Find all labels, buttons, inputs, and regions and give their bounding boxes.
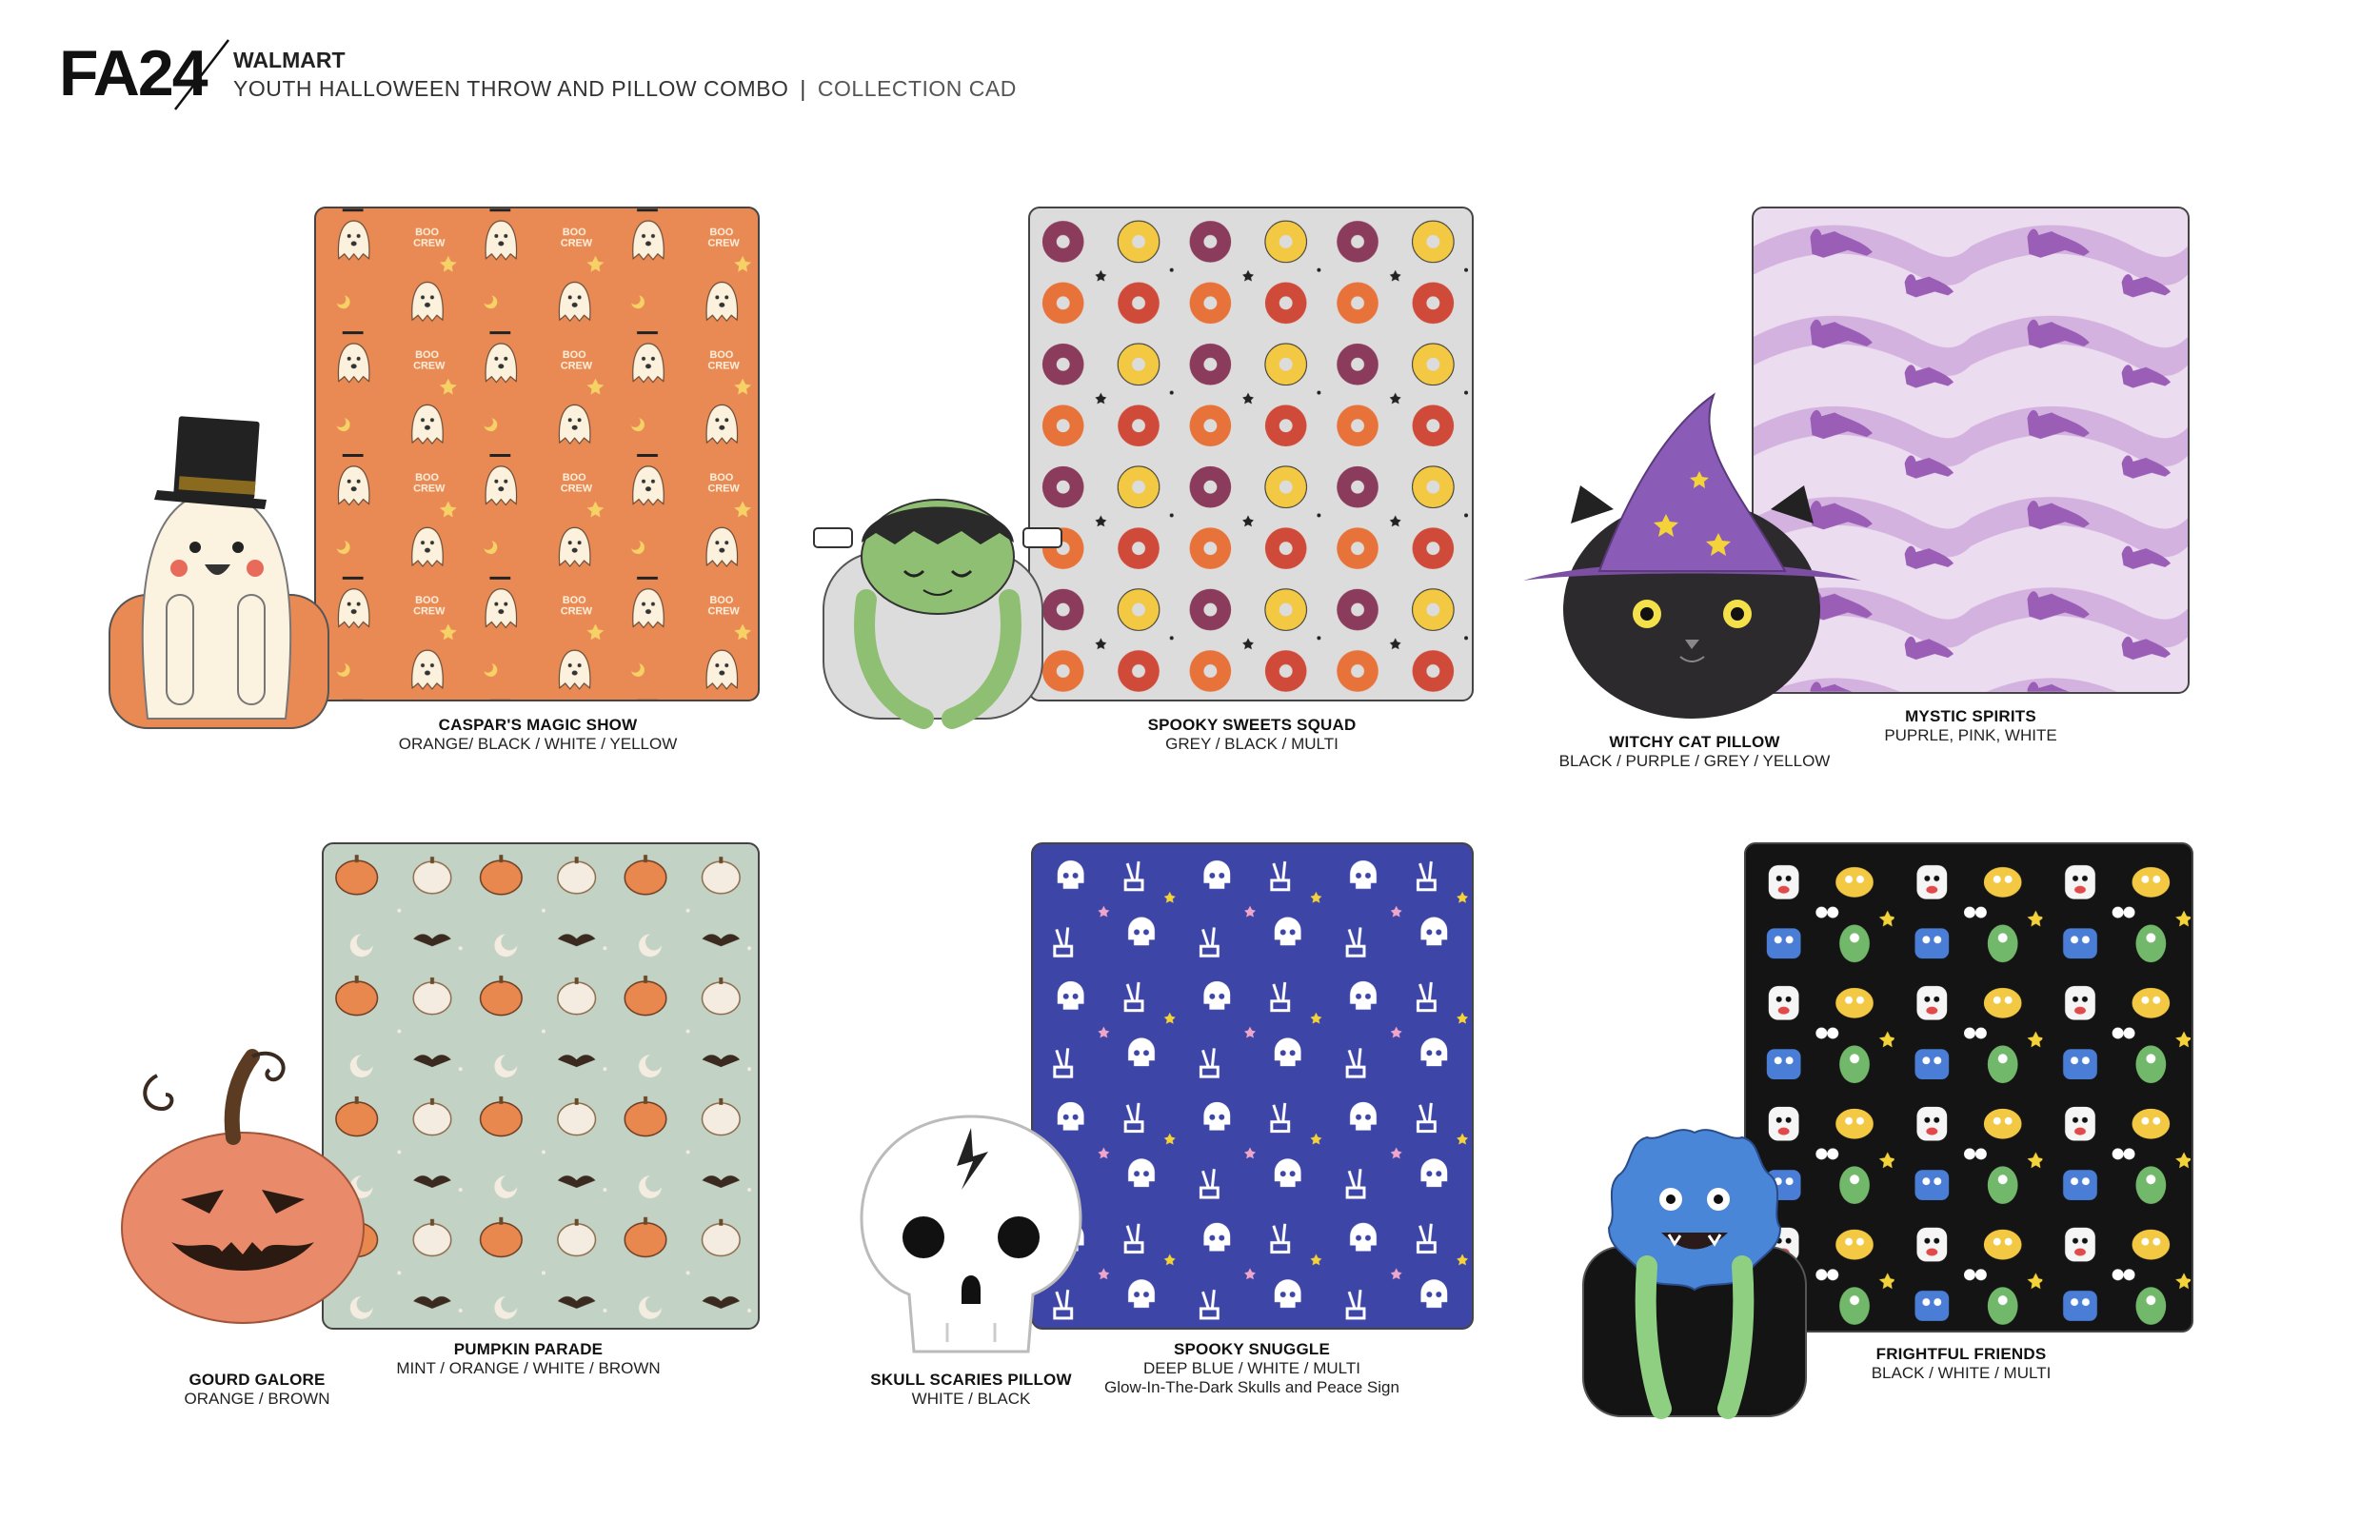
- throw-feature-note: Glow-In-The-Dark Skulls and Peace Sign: [1104, 1378, 1399, 1396]
- throw-blanket-pumpkin-parade: [322, 842, 760, 1330]
- pillow-name: GOURD GALORE: [188, 1371, 326, 1389]
- collection-title: YOUTH HALLOWEEN THROW AND PILLOW COMBO: [233, 76, 789, 101]
- throw-colors: DEEP BLUE / WHITE / MULTI: [1143, 1359, 1360, 1377]
- pillow-colors: WHITE / BLACK: [911, 1390, 1031, 1408]
- throw-label-spooky-sweets-squad: SPOOKY SWEETS SQUAD GREY / BLACK / MULTI: [1076, 716, 1428, 754]
- throw-label-mystic-spirits: MYSTIC SPIRITS PUPRLE, PINK, WHITE: [1828, 707, 2113, 745]
- throw-name: CASPAR'S MAGIC SHOW: [438, 716, 638, 734]
- throw-colors: MINT / ORANGE / WHITE / BROWN: [396, 1359, 661, 1377]
- retailer-name: WALMART: [233, 48, 346, 72]
- throw-blanket-spooky-snuggle: [1031, 842, 1474, 1330]
- throw-label-caspars-magic-show: CASPAR'S MAGIC SHOW ORANGE/ BLACK / WHIT…: [362, 716, 714, 754]
- pillow-label-skull-scaries: SKULL SCARIES PILLOW WHITE / BLACK: [838, 1371, 1104, 1409]
- pillow-label-witchy-cat: WITCHY CAT PILLOW BLACK / PURPLE / GREY …: [1523, 733, 1866, 771]
- frankenstein-hug-icon: [813, 499, 1062, 729]
- skull-scaries-pillow: [857, 1109, 1085, 1361]
- throw-name: SPOOKY SWEETS SQUAD: [1147, 716, 1357, 734]
- ghost-with-top-hat-icon: [109, 416, 329, 729]
- collection-cad-label: COLLECTION CAD: [817, 76, 1017, 101]
- pillow-colors: ORANGE / BROWN: [184, 1390, 330, 1408]
- ghost-pattern: BOO CREW: [316, 208, 758, 700]
- skull-icon: [860, 1115, 1082, 1353]
- throw-colors: BLACK / WHITE / MULTI: [1871, 1364, 2052, 1382]
- throw-label-frightful-friends: FRIGHTFUL FRIENDS BLACK / WHITE / MULTI: [1804, 1345, 2118, 1383]
- throw-name: SPOOKY SNUGGLE: [1173, 1340, 1331, 1358]
- throw-name: MYSTIC SPIRITS: [1905, 707, 2036, 725]
- throw-label-pumpkin-parade: PUMPKIN PARADE MINT / ORANGE / WHITE / B…: [367, 1340, 690, 1378]
- throw-colors: ORANGE/ BLACK / WHITE / YELLOW: [398, 735, 678, 753]
- skull-pattern: [1033, 844, 1472, 1328]
- throw-name: PUMPKIN PARADE: [453, 1340, 604, 1358]
- throw-colors: GREY / BLACK / MULTI: [1165, 735, 1339, 753]
- throw-name: FRIGHTFUL FRIENDS: [1875, 1345, 2047, 1363]
- witchy-cat-pillow: [1523, 390, 1861, 723]
- slash-mark: [174, 39, 229, 110]
- donut-pattern: [1030, 208, 1472, 700]
- pillow-label-gourd-galore: GOURD GALORE ORANGE / BROWN: [133, 1371, 381, 1409]
- title-separator: |: [800, 76, 806, 101]
- throw-colors: PUPRLE, PINK, WHITE: [1884, 726, 2057, 744]
- collection-subtitle: YOUTH HALLOWEEN THROW AND PILLOW COMBO | C…: [233, 76, 1017, 102]
- gourd-galore-pillow: [119, 1047, 367, 1324]
- pillow-name: WITCHY CAT PILLOW: [1609, 733, 1780, 751]
- jack-o-lantern-icon: [121, 1049, 365, 1324]
- ghost-pillow: [105, 395, 333, 733]
- pillow-colors: BLACK / PURPLE / GREY / YELLOW: [1558, 752, 1831, 770]
- throw-blanket-spooky-sweets-squad: [1028, 207, 1474, 701]
- pumpkin-pattern: [324, 844, 758, 1328]
- throw-label-spooky-snuggle: SPOOKY SNUGGLE DEEP BLUE / WHITE / MULTI…: [1076, 1340, 1428, 1397]
- witch-cat-icon: [1523, 392, 1861, 719]
- blue-monster-hug-icon: [1582, 1129, 1807, 1419]
- frankenstein-pillow: [809, 485, 1066, 729]
- throw-blanket-caspars-magic-show: BOO CREW: [314, 207, 760, 701]
- monster-pillow: [1576, 1123, 1814, 1423]
- pillow-name: SKULL SCARIES PILLOW: [870, 1371, 1072, 1389]
